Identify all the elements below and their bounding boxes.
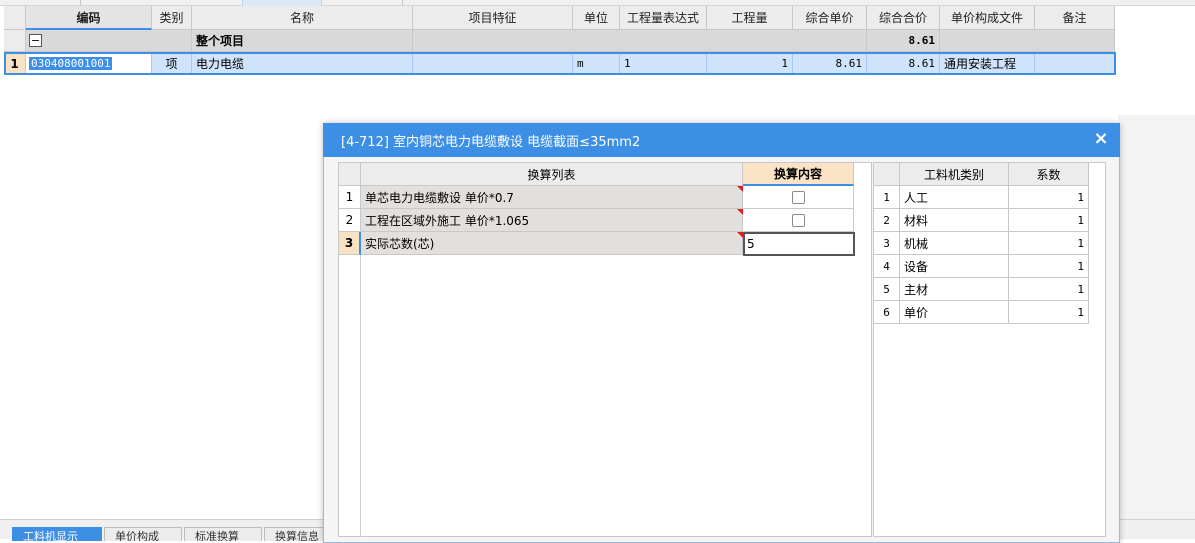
feature-cell[interactable]	[413, 52, 573, 75]
factor-coef-header: 系数	[1009, 163, 1089, 186]
group-row-blank-right	[940, 30, 1115, 52]
conv-row-label: 实际芯数(芯)	[361, 232, 743, 255]
type-cell[interactable]: 项	[152, 52, 192, 75]
col-header-feature[interactable]: 项目特征	[413, 6, 573, 30]
conv-row-num: 2	[339, 209, 361, 232]
conv-row-content	[743, 209, 854, 232]
background-panel	[1118, 115, 1195, 539]
factor-coef[interactable]: 1	[1009, 255, 1089, 278]
col-header-price-file[interactable]: 单价构成文件	[940, 6, 1035, 30]
factor-row-num: 2	[874, 209, 900, 232]
factor-category-header: 工料机类别	[900, 163, 1009, 186]
col-header-name[interactable]: 名称	[192, 6, 413, 30]
group-row-number	[4, 30, 26, 52]
factor-num-header	[874, 163, 900, 186]
factor-category: 人工	[900, 186, 1009, 209]
conv-row-content	[743, 186, 854, 209]
factor-row-num: 6	[874, 301, 900, 324]
factor-row-num: 1	[874, 186, 900, 209]
factor-category: 单价	[900, 301, 1009, 324]
dialog-title-bar[interactable]: [4-712] 室内铜芯电力电缆敷设 电缆截面≤35mm2 ×	[323, 123, 1120, 157]
dialog-title: [4-712] 室内铜芯电力电缆敷设 电缆截面≤35mm2	[341, 134, 641, 150]
conv-num-header	[339, 163, 361, 186]
conv-row-num-selected: 3	[339, 232, 361, 255]
col-header-qty[interactable]: 工程量	[707, 6, 793, 30]
note-cell[interactable]	[1035, 52, 1115, 75]
qty-cell[interactable]: 1	[707, 52, 793, 75]
conv-content-header: 换算内容	[743, 163, 854, 186]
group-toggle-cell: −	[26, 30, 192, 52]
conv-checkbox-single-core[interactable]	[791, 190, 805, 204]
code-value-selected[interactable]: 030408001001	[29, 56, 113, 70]
factor-coef[interactable]: 1	[1009, 301, 1089, 324]
factor-category: 设备	[900, 255, 1009, 278]
factor-row-num: 5	[874, 278, 900, 301]
price-file-cell[interactable]: 通用安装工程	[940, 52, 1035, 75]
factor-coef[interactable]: 1	[1009, 186, 1089, 209]
unit-cell[interactable]: m	[573, 52, 620, 75]
factor-category: 主材	[900, 278, 1009, 301]
group-row-total: 8.61	[867, 30, 940, 52]
column-divider	[360, 255, 361, 537]
unit-price-cell[interactable]: 8.61	[793, 52, 867, 75]
col-header-type[interactable]: 类别	[152, 6, 192, 30]
close-icon[interactable]: ×	[1089, 123, 1113, 153]
factor-category: 机械	[900, 232, 1009, 255]
conv-checkbox-outside-area[interactable]	[791, 213, 805, 227]
factor-coef[interactable]: 1	[1009, 232, 1089, 255]
col-header-code[interactable]: 编码	[26, 6, 152, 30]
factor-category: 材料	[900, 209, 1009, 232]
name-cell[interactable]: 电力电缆	[192, 52, 413, 75]
expr-cell[interactable]: 1	[620, 52, 707, 75]
row-number[interactable]: 1	[4, 52, 26, 75]
row-number-header	[4, 6, 26, 30]
collapse-toggle-icon[interactable]: −	[29, 34, 42, 47]
conv-row-label: 单芯电力电缆敷设 单价*0.7	[361, 186, 743, 209]
factor-coef[interactable]: 1	[1009, 209, 1089, 232]
col-header-note[interactable]: 备注	[1035, 6, 1115, 30]
conv-row-num: 1	[339, 186, 361, 209]
factor-row-num: 3	[874, 232, 900, 255]
total-price-cell[interactable]: 8.61	[867, 52, 940, 75]
code-cell[interactable]: 030408001001	[26, 52, 152, 75]
group-row-name: 整个项目	[192, 30, 413, 52]
col-header-expr[interactable]: 工程量表达式	[620, 6, 707, 30]
col-header-unit[interactable]: 单位	[573, 6, 620, 30]
conv-row-label: 工程在区域外施工 单价*1.065	[361, 209, 743, 232]
col-header-total-price[interactable]: 综合合价	[867, 6, 940, 30]
factor-coef[interactable]: 1	[1009, 278, 1089, 301]
conv-list-header: 换算列表	[361, 163, 743, 186]
col-header-unit-price[interactable]: 综合单价	[793, 6, 867, 30]
group-row-blank	[413, 30, 867, 52]
core-count-input[interactable]: 5	[743, 232, 855, 256]
factor-row-num: 4	[874, 255, 900, 278]
